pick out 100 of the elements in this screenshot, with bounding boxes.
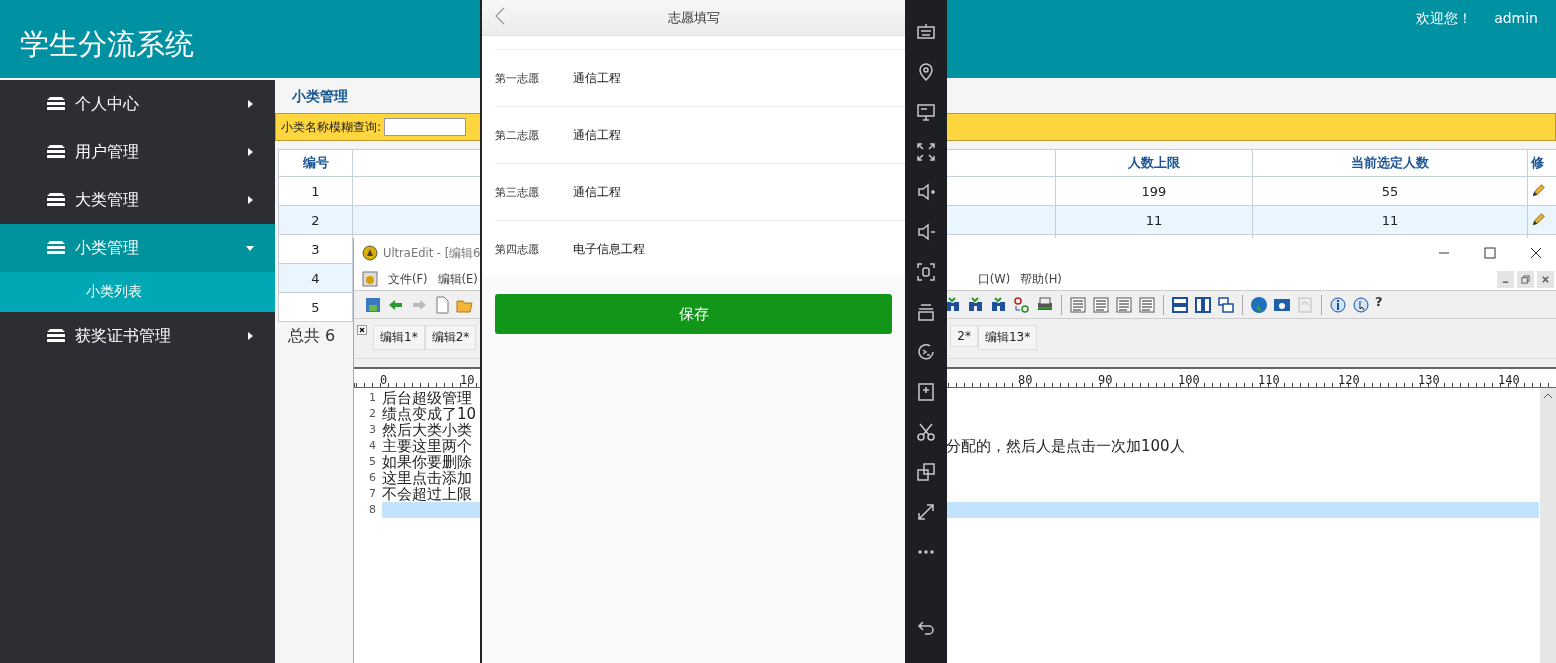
line-number: 2 (368, 406, 376, 422)
line-number: 7 (368, 486, 376, 502)
choice-value: 电子信息工程 (573, 240, 645, 258)
close-icon[interactable] (1537, 270, 1554, 288)
menu-item[interactable]: 编辑(E) (437, 271, 478, 287)
binoculars-icon[interactable] (990, 295, 1008, 314)
sidebar-item[interactable]: 用户管理 (0, 128, 275, 176)
screen-title: 志愿填写 (667, 8, 720, 27)
close-icon[interactable] (1530, 247, 1542, 259)
choice-value: 通信工程 (573, 183, 621, 201)
menu-item[interactable]: 帮助(H) (1020, 271, 1062, 287)
column-header: 当前选定人数 (1252, 149, 1528, 177)
line-number: 8 (368, 502, 376, 518)
table-cell: 2 (278, 205, 353, 235)
search-label: 小类名称模糊查询: (281, 118, 382, 136)
file-tab[interactable]: 编辑1* (373, 325, 425, 350)
line-number: 6 (368, 470, 376, 486)
fullscreen-icon[interactable] (916, 142, 936, 162)
help-icon[interactable] (1352, 295, 1370, 314)
sidebar-item[interactable]: 大类管理 (0, 176, 275, 224)
rotate-icon[interactable] (916, 342, 936, 362)
sidebar-item[interactable]: 获奖证书管理 (0, 312, 275, 360)
binoculars-icon[interactable] (967, 295, 985, 314)
scroll-up-icon[interactable] (1543, 393, 1553, 399)
choice-label: 第四志愿 (495, 241, 540, 257)
maximize-icon[interactable] (1484, 247, 1496, 259)
location-icon[interactable] (916, 62, 936, 82)
scissors-icon[interactable] (916, 422, 936, 442)
save-button[interactable]: 保存 (495, 294, 892, 334)
file-tab[interactable]: 编辑2* (424, 325, 477, 350)
volume-down-icon[interactable] (916, 222, 936, 242)
window-title: UltraEdit - [编辑6 (383, 245, 481, 261)
replace-icon[interactable] (1013, 295, 1031, 314)
code-line: 绩点变成了10 (382, 405, 477, 423)
menu-item[interactable]: 口(W) (977, 271, 1011, 287)
line-number: 4 (368, 438, 376, 454)
column-header: 修 (1527, 149, 1556, 177)
tray-icon[interactable] (916, 302, 936, 322)
monitor-icon[interactable] (916, 102, 936, 122)
screenshot-icon[interactable] (916, 262, 936, 282)
pencil-icon[interactable] (1531, 184, 1545, 198)
split-view-icon[interactable] (1171, 295, 1189, 314)
column-header: 编号 (278, 149, 353, 177)
caret-right-icon (245, 99, 255, 109)
keyboard-icon[interactable] (916, 22, 936, 42)
info-icon[interactable] (1329, 295, 1347, 314)
globe-icon[interactable] (1250, 295, 1268, 314)
table-cell: 55 (1381, 183, 1399, 199)
back-icon[interactable] (916, 618, 936, 638)
align-icon[interactable] (1092, 295, 1110, 314)
file-tab[interactable]: 编辑13* (977, 325, 1038, 350)
ruler-number: 10 (460, 373, 476, 387)
pencil-icon[interactable] (1531, 213, 1545, 227)
app-logo-icon (362, 245, 378, 261)
resize-icon[interactable] (916, 502, 936, 522)
volume-up-icon[interactable] (916, 182, 936, 202)
caret-down-icon (245, 243, 255, 253)
code-line: 后台超级管理 (382, 389, 472, 407)
sidebar-item[interactable]: 小类管理 (0, 224, 275, 272)
align-icon[interactable] (1069, 295, 1087, 314)
add-file-icon[interactable] (916, 382, 936, 402)
column-header: 人数上限 (1055, 149, 1253, 177)
caret-right-icon (245, 331, 255, 341)
table-cell: 11 (1381, 212, 1399, 228)
sidebar-item[interactable]: 个人中心 (0, 80, 275, 128)
ruler-number: 80 (1018, 373, 1034, 387)
menu-item[interactable]: 文件(F) (388, 271, 428, 287)
stack-icon (46, 329, 66, 343)
line-number: 5 (368, 454, 376, 470)
save-icon[interactable] (364, 295, 382, 314)
minimize-icon[interactable] (1497, 270, 1514, 288)
scrollbar[interactable] (1540, 388, 1556, 663)
code-line: 然后大类小类 (382, 421, 472, 439)
search-field[interactable] (384, 118, 467, 136)
welcome-text: 欢迎您！ (1416, 10, 1473, 28)
windows-icon[interactable] (1217, 295, 1235, 314)
restore-icon[interactable] (1517, 270, 1534, 288)
align-icon[interactable] (1138, 295, 1156, 314)
table-cell: 5 (278, 292, 353, 322)
file-tab[interactable]: 2* (950, 325, 978, 347)
ruler-number: 100 (1178, 373, 1201, 387)
columns-icon[interactable] (1194, 295, 1212, 314)
ruler-number: 140 (1498, 373, 1521, 387)
stack-icon (46, 193, 66, 207)
choice-label: 第二志愿 (495, 127, 540, 143)
close-icon[interactable] (357, 325, 367, 335)
binoculars-icon[interactable] (944, 295, 962, 314)
choice-label: 第一志愿 (495, 70, 540, 86)
choice-value: 通信工程 (573, 126, 621, 144)
align-icon[interactable] (1115, 295, 1133, 314)
line-number: 3 (368, 422, 376, 438)
copy-icon[interactable] (916, 462, 936, 482)
caret-right-icon (245, 147, 255, 157)
ruler-number: 0 (380, 373, 389, 387)
code-line: 主要这里两个 (382, 437, 472, 455)
app-title: 学生分流系统 (20, 26, 194, 63)
document-menu-icon (362, 271, 378, 287)
code-line: 如果你要删除 (382, 453, 472, 471)
code-line: 这里点击添加 (382, 469, 472, 487)
help-button[interactable]: ? (1375, 294, 1383, 309)
